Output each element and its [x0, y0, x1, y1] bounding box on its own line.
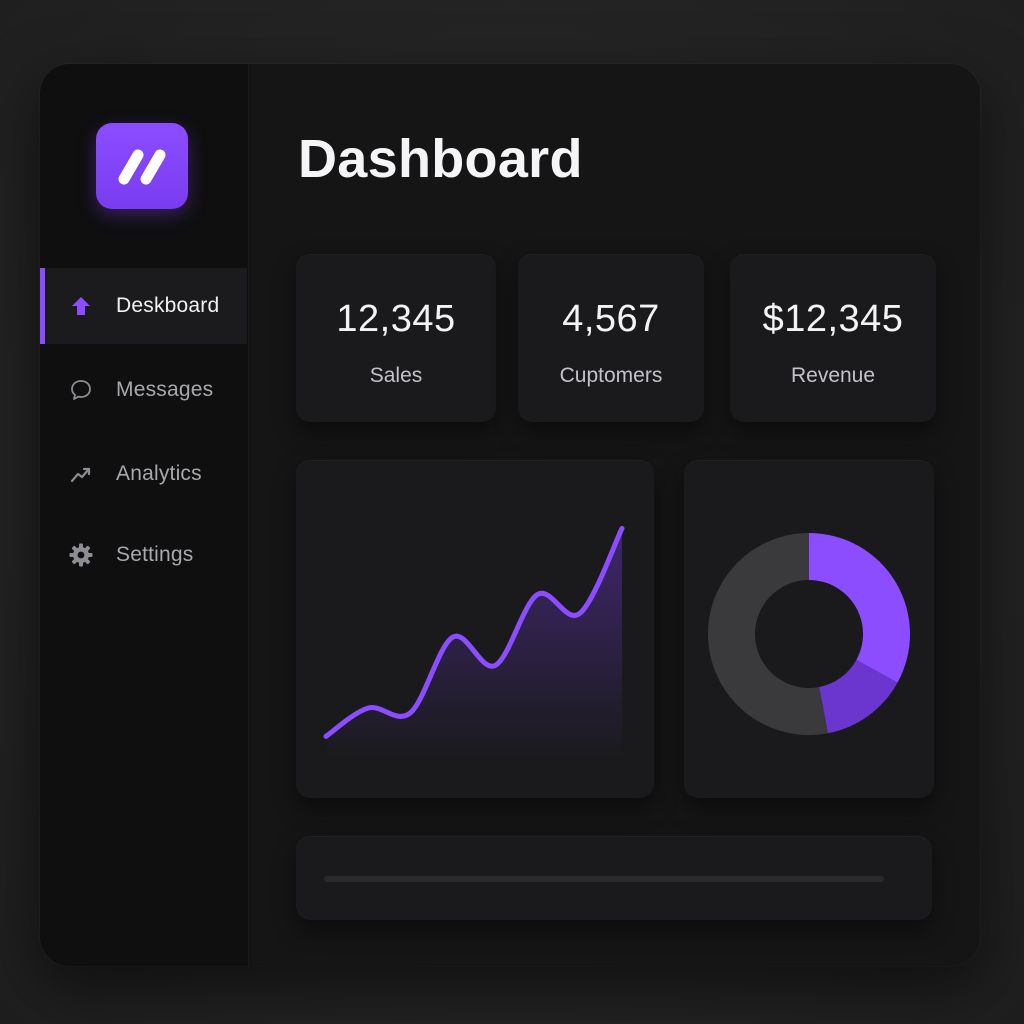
stat-value: $12,345 — [762, 298, 904, 340]
area-fill — [326, 528, 622, 760]
stat-label: Sales — [369, 364, 423, 387]
stat-card-revenue[interactable]: $12,345 Revenue — [730, 254, 936, 422]
gear-icon — [68, 542, 94, 568]
stat-value: 4,567 — [562, 298, 660, 340]
sidebar-item-label: Messages — [116, 378, 214, 401]
donut-chart-card — [684, 460, 934, 798]
area-chart — [323, 525, 625, 760]
stat-card-customers[interactable]: 4,567 Cuptomers — [518, 254, 704, 422]
sidebar-item-analytics[interactable]: Analytics — [40, 436, 247, 512]
progress-card — [296, 836, 932, 920]
donut-chart — [707, 533, 910, 735]
stat-label: Cuptomers — [559, 364, 663, 387]
sidebar-item-label: Deskboard — [116, 294, 220, 317]
area-chart-card — [296, 460, 654, 798]
arrow-up-icon — [68, 293, 94, 319]
sidebar-item-messages[interactable]: Messages — [40, 352, 247, 428]
stat-value: 12,345 — [336, 298, 456, 340]
chat-bubble-icon — [68, 377, 94, 403]
stat-card-sales[interactable]: 12,345 Sales — [296, 254, 496, 422]
slash-logo-icon — [118, 149, 166, 185]
sidebar-item-label: Analytics — [116, 462, 202, 485]
app-window: Deskboard Messages Analytics Settings Da… — [40, 64, 980, 966]
stat-label: Revenue — [790, 364, 876, 387]
sidebar-item-dashboard[interactable]: Deskboard — [40, 268, 247, 344]
page-title: Dashboard — [298, 129, 583, 189]
donut-slice-0 — [809, 533, 910, 683]
progress-track — [324, 876, 884, 882]
app-logo[interactable] — [96, 123, 188, 209]
sidebar-item-label: Settings — [116, 543, 194, 566]
sidebar-item-settings[interactable]: Settings — [40, 517, 247, 593]
trend-line-icon — [68, 461, 94, 487]
sidebar: Deskboard Messages Analytics Settings — [40, 64, 249, 966]
